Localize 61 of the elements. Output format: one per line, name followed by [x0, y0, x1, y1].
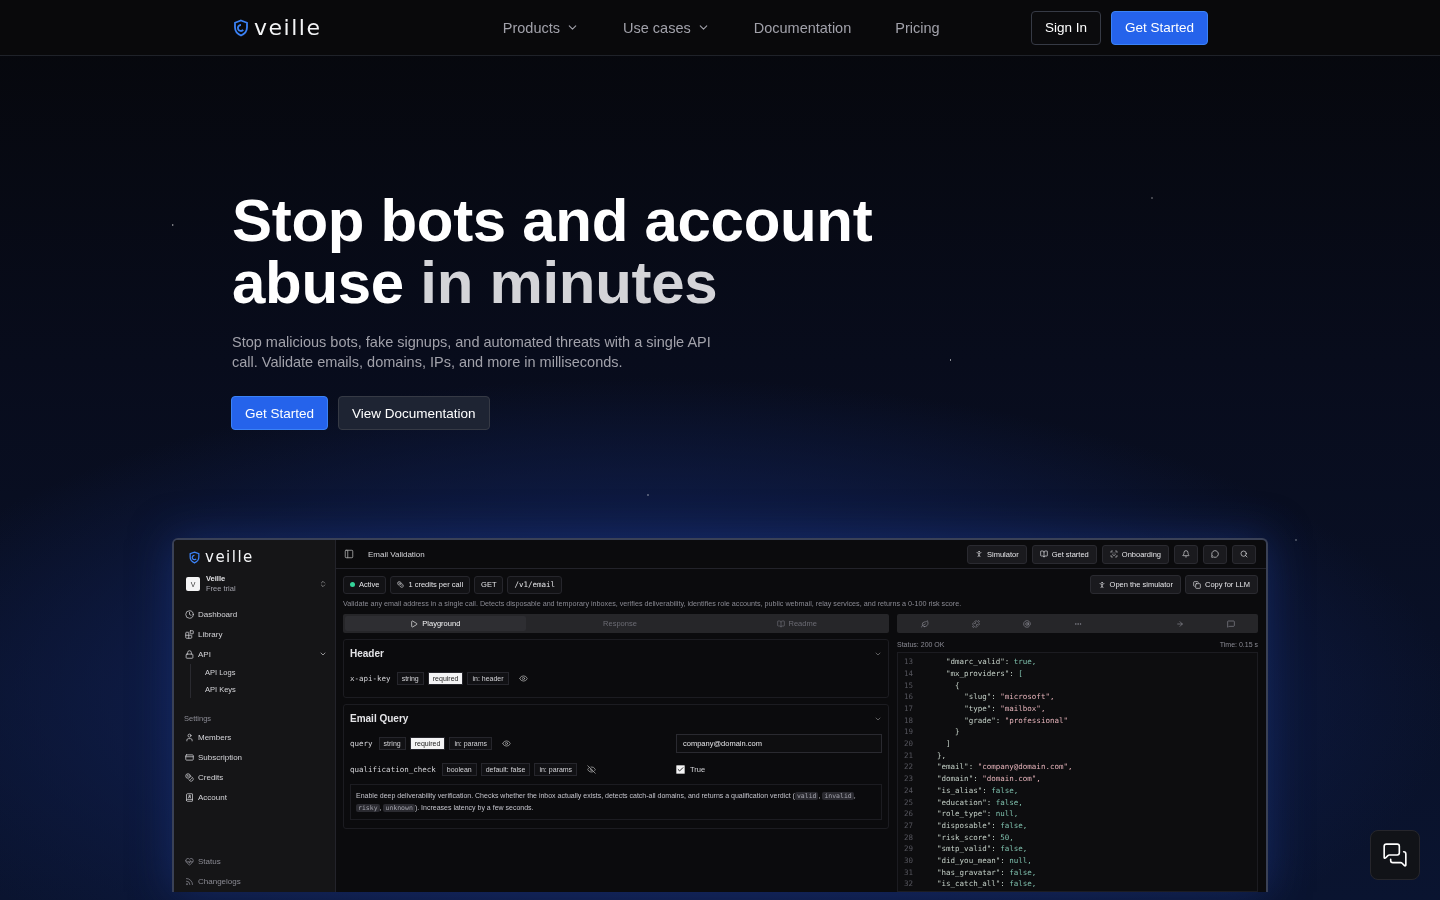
logo-text[interactable]: veille [254, 15, 322, 40]
get-started-button[interactable]: Get Started [231, 396, 329, 430]
sidebar-toggle-icon[interactable] [344, 549, 354, 560]
book-icon [776, 619, 785, 628]
bell-icon [1182, 550, 1190, 559]
sidebar-item[interactable]: Subscription [182, 747, 327, 767]
updown-icon[interactable] [319, 580, 327, 588]
eye-icon[interactable] [518, 673, 528, 683]
puzzle-icon[interactable] [971, 619, 980, 628]
nav-link[interactable]: Documentation [753, 19, 852, 36]
sidebar-item[interactable]: Members [182, 727, 327, 747]
coins-icon [185, 772, 194, 782]
card-icon [185, 752, 194, 762]
logo-text: veille [205, 548, 254, 566]
heart-icon [185, 856, 194, 866]
search-icon [1240, 550, 1248, 559]
get-started-button[interactable]: Get Started [1110, 10, 1208, 45]
sidebar-item[interactable]: API [182, 644, 327, 664]
sidebar-item[interactable]: Changelogs [182, 871, 327, 891]
sidebar-item[interactable]: Dashboard [182, 604, 327, 624]
coin-icon [397, 581, 405, 589]
figure-icon [975, 550, 983, 559]
book-icon [1039, 550, 1048, 559]
figure-icon [1097, 580, 1106, 589]
user-icon [185, 732, 194, 742]
checkbox[interactable] [676, 764, 685, 774]
leaf-icon[interactable] [920, 619, 929, 628]
copy-icon [1192, 580, 1201, 589]
sidebar-item[interactable]: Status [182, 851, 327, 871]
page-title: Email Validation [368, 549, 425, 559]
arrow-icon[interactable] [1175, 619, 1184, 628]
documentation-button[interactable]: View Documentation [338, 396, 490, 430]
sidebar-item[interactable]: Account [182, 787, 327, 807]
chat-icon [1382, 842, 1408, 868]
book-icon [185, 792, 194, 802]
sign-in-button[interactable]: Sign In [1030, 10, 1101, 45]
shield-icon [232, 18, 250, 37]
section-title: Email Query [350, 713, 409, 725]
eye-icon[interactable] [502, 738, 512, 748]
nav-link[interactable]: Pricing [895, 19, 940, 36]
message-icon[interactable] [1226, 619, 1235, 628]
eye-off-icon[interactable] [587, 764, 597, 774]
hero-title: Stop bots and account abuse in minutes [232, 190, 874, 314]
nav-link[interactable]: Use cases [623, 19, 710, 36]
sidebar-item[interactable]: Library [182, 624, 327, 644]
hero-subtitle: Stop malicious bots, fake signups, and automated threats with a single API call. Validate emails, domains, IPs, and more in milliseconds. [232, 333, 712, 372]
rss-icon [185, 876, 194, 886]
chat-icon [1211, 550, 1219, 559]
scan-icon [1109, 550, 1118, 559]
at-sign-icon[interactable] [1022, 619, 1031, 628]
notifications-button[interactable] [1174, 544, 1198, 564]
blocks-icon [185, 629, 194, 639]
shield-icon [188, 550, 201, 564]
clock-icon [185, 609, 194, 619]
lock-icon [185, 649, 194, 659]
chat-button[interactable] [1370, 830, 1420, 880]
section-title: Header [350, 648, 384, 660]
sidebar-item[interactable]: Credits [182, 767, 327, 787]
nav-link[interactable]: Products [502, 19, 579, 36]
play-icon [410, 619, 419, 628]
search-button[interactable] [1232, 544, 1256, 564]
